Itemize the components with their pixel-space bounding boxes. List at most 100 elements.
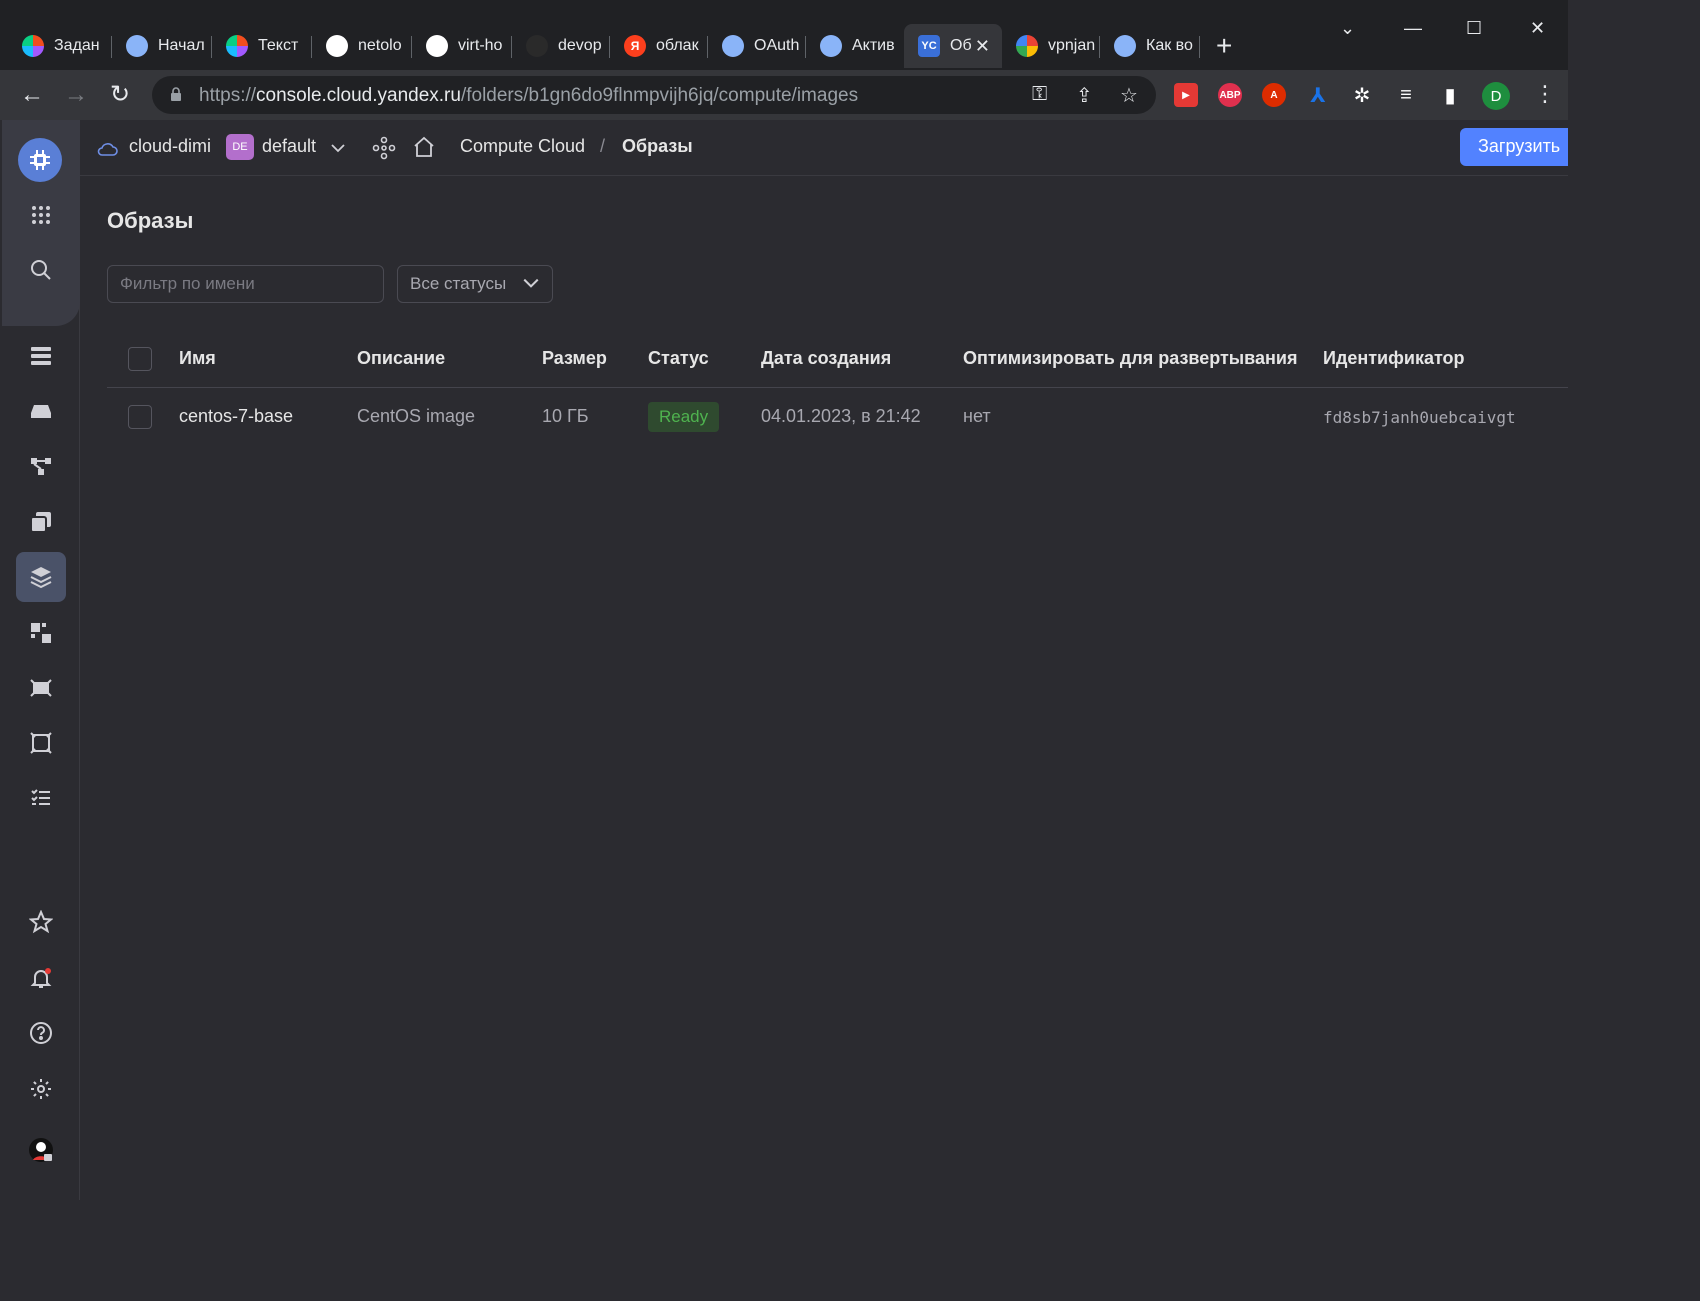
google-icon [1016,35,1038,57]
column-header-id[interactable]: Идентификатор [1323,348,1465,369]
media-icon[interactable]: ≡ [1394,83,1418,107]
favorites-star-icon[interactable] [16,897,66,947]
folder-badge: DE [226,134,254,160]
angular-icon[interactable]: A [1262,83,1286,107]
column-header-size[interactable]: Размер [542,348,607,369]
notifications-bell-icon[interactable] [16,953,66,1003]
yc-icon: YC [918,35,940,57]
cloud-icon [97,143,118,156]
compute-cloud-logo-icon[interactable] [18,138,62,182]
all-services-icon[interactable] [16,190,66,240]
services-hub-icon[interactable] [372,136,396,160]
browser-tab[interactable]: vpnjan [1002,24,1100,68]
status-filter-select[interactable]: Все статусы [397,265,553,303]
column-header-created[interactable]: Дата создания [761,348,891,369]
image-name[interactable]: centos-7-base [179,406,293,427]
reload-icon[interactable]: ↻ [110,80,130,110]
column-header-optimize[interactable]: Оптимизировать для развертывания [963,348,1297,369]
browser-tab[interactable]: Начал [112,24,212,68]
cloud-name[interactable]: cloud-dimi [129,136,211,157]
close-icon[interactable]: ✕ [975,36,990,57]
github-icon [526,35,548,57]
table-row[interactable]: centos-7-base CentOS image 10 ГБ Ready 0… [107,388,1568,446]
user-avatar[interactable] [16,1125,66,1175]
browser-tab[interactable]: OAuth [708,24,806,68]
breadcrumb-service[interactable]: Compute Cloud [460,136,585,157]
upload-button[interactable]: Загрузить [1460,128,1568,166]
puzzle-icon[interactable]: ✲ [1350,83,1374,107]
window-close-icon[interactable]: ✕ [1530,18,1545,39]
profile-avatar[interactable]: D [1482,82,1510,110]
name-filter-input[interactable] [107,265,384,303]
compass-icon [1114,35,1136,57]
image-created: 04.01.2023, в 21:42 [761,406,921,426]
star-icon[interactable]: ☆ [1120,83,1138,108]
instance-groups-icon[interactable] [16,608,66,658]
new-tab-icon[interactable]: + [1216,32,1232,60]
servers-icon[interactable] [16,331,66,381]
compass-icon [722,35,744,57]
table-header: Имя Описание Размер Статус Дата создания… [107,330,1568,388]
home-icon[interactable] [412,135,436,159]
forward-icon[interactable]: → [64,80,88,110]
share-icon[interactable]: ⇪ [1076,83,1093,108]
tab-label: Задан [54,37,100,54]
select-all-checkbox[interactable] [128,347,152,371]
search-icon[interactable] [16,245,66,295]
compass-icon [820,35,842,57]
compass-icon [126,35,148,57]
browser-tab[interactable]: Задан [8,24,112,68]
images-table: Имя Описание Размер Статус Дата создания… [107,330,1568,446]
browser-toolbar: ← → ↻ https://console.cloud.yandex.ru/fo… [0,70,1568,120]
side-panel-icon[interactable]: ▮ [1438,83,1462,107]
yandex-icon: Я [624,35,646,57]
browser-tab[interactable]: virt-ho [412,24,512,68]
column-header-description[interactable]: Описание [357,348,445,369]
browser-tab[interactable]: Текст [212,24,312,68]
menu-icon[interactable]: ⋮ [1534,82,1556,106]
dedicated-hosts-icon[interactable] [16,663,66,713]
console-header: cloud-dimi DE default Compute Cloud / Об… [80,120,1568,176]
tab-label: netolo [358,37,402,54]
adblock-icon[interactable]: ABP [1218,83,1242,107]
browser-tab[interactable]: Как во [1100,24,1200,68]
browser-tab[interactable]: devop [512,24,610,68]
snapshots-icon[interactable] [16,497,66,547]
page-title: Образы [107,208,194,233]
back-icon[interactable]: ← [20,80,44,110]
github-icon [426,35,448,57]
image-description: CentOS image [357,406,476,426]
tab-strip: Задан Начал Текст netolo virt-ho devop Я… [0,22,1568,70]
folder-selector[interactable]: default [262,136,316,157]
settings-gear-icon[interactable] [16,1064,66,1114]
browser-tab[interactable]: Актив [806,24,904,68]
browser-tab[interactable]: Я облак [610,24,708,68]
status-filter-label: Все статусы [410,274,507,293]
maximize-icon[interactable]: ☐ [1466,18,1482,39]
images-icon[interactable] [16,552,66,602]
url-text: https://console.cloud.yandex.ru/folders/… [199,85,859,106]
minimize-icon[interactable]: — [1404,18,1422,39]
placement-groups-icon[interactable] [16,441,66,491]
image-size: 10 ГБ [542,406,589,426]
chevron-down-icon[interactable] [330,140,346,156]
tab-label: OAuth [754,37,800,54]
sidebar [0,120,80,1200]
tab-search-icon[interactable]: ⌄ [1340,18,1355,39]
row-checkbox[interactable] [128,405,152,429]
key-icon[interactable]: ⚿ [1032,83,1047,106]
column-header-status[interactable]: Статус [648,348,709,369]
file-storage-icon[interactable] [16,718,66,768]
help-icon[interactable] [16,1008,66,1058]
browser-tab-active[interactable]: YC Об ✕ [904,24,1002,68]
column-header-name[interactable]: Имя [179,348,216,369]
youtube-ext-icon[interactable]: ▶ [1174,83,1198,107]
disks-icon[interactable] [16,386,66,436]
github-icon [326,35,348,57]
figma-icon [226,35,248,57]
address-bar[interactable]: https://console.cloud.yandex.ru/folders/… [152,76,1156,114]
browser-tab[interactable]: netolo [312,24,412,68]
tab-label: Актив [852,37,895,54]
acrobat-icon[interactable]: ⅄ [1306,83,1330,107]
operations-icon[interactable] [16,773,66,823]
